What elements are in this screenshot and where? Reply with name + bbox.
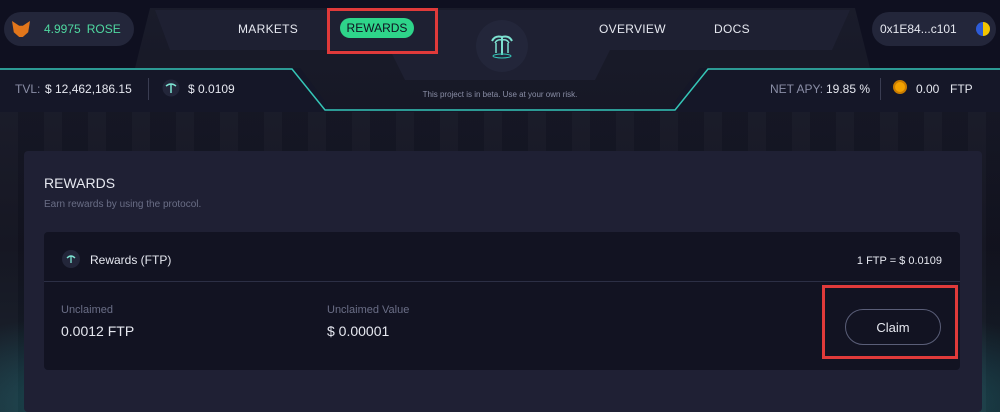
claim-highlight-box xyxy=(822,285,958,359)
balance-pill[interactable]: 4.9975 ROSE xyxy=(4,12,134,46)
rewards-panel-title: Rewards (FTP) xyxy=(90,253,172,267)
beta-notice: This project is in beta. Use at your own… xyxy=(422,90,578,99)
unclaimed-value-label: Unclaimed Value xyxy=(327,304,410,316)
wallet-pill[interactable]: 0x1E84...c101 xyxy=(872,12,996,46)
rewards-highlight-box xyxy=(327,8,438,54)
metamask-fox-icon xyxy=(12,21,30,37)
page-subtitle: Earn rewards by using the protocol. xyxy=(44,199,202,210)
unclaimed-value-amount: $ 0.00001 xyxy=(327,323,390,339)
rewards-panel-header: Rewards (FTP) 1 FTP = $ 0.0109 xyxy=(44,232,960,282)
nav-docs[interactable]: DOCS xyxy=(714,22,750,36)
wallet-address: 0x1E84...c101 xyxy=(880,22,957,36)
app-logo[interactable] xyxy=(476,20,528,72)
unclaimed-label: Unclaimed xyxy=(61,304,113,316)
page-title: REWARDS xyxy=(44,175,116,191)
balance-value: 4.9975 xyxy=(44,22,81,36)
balance-unit: ROSE xyxy=(86,22,121,36)
wallet-avatar-icon xyxy=(976,22,990,36)
nav-markets[interactable]: MARKETS xyxy=(238,22,298,36)
ftp-token-icon xyxy=(62,250,80,268)
exchange-rate: 1 FTP = $ 0.0109 xyxy=(856,255,942,267)
unclaimed-value: 0.0012 FTP xyxy=(61,323,135,339)
rewards-card: REWARDS Earn rewards by using the protoc… xyxy=(24,151,982,412)
nav-overview[interactable]: OVERVIEW xyxy=(599,22,666,36)
fountain-logo-icon xyxy=(491,35,513,59)
